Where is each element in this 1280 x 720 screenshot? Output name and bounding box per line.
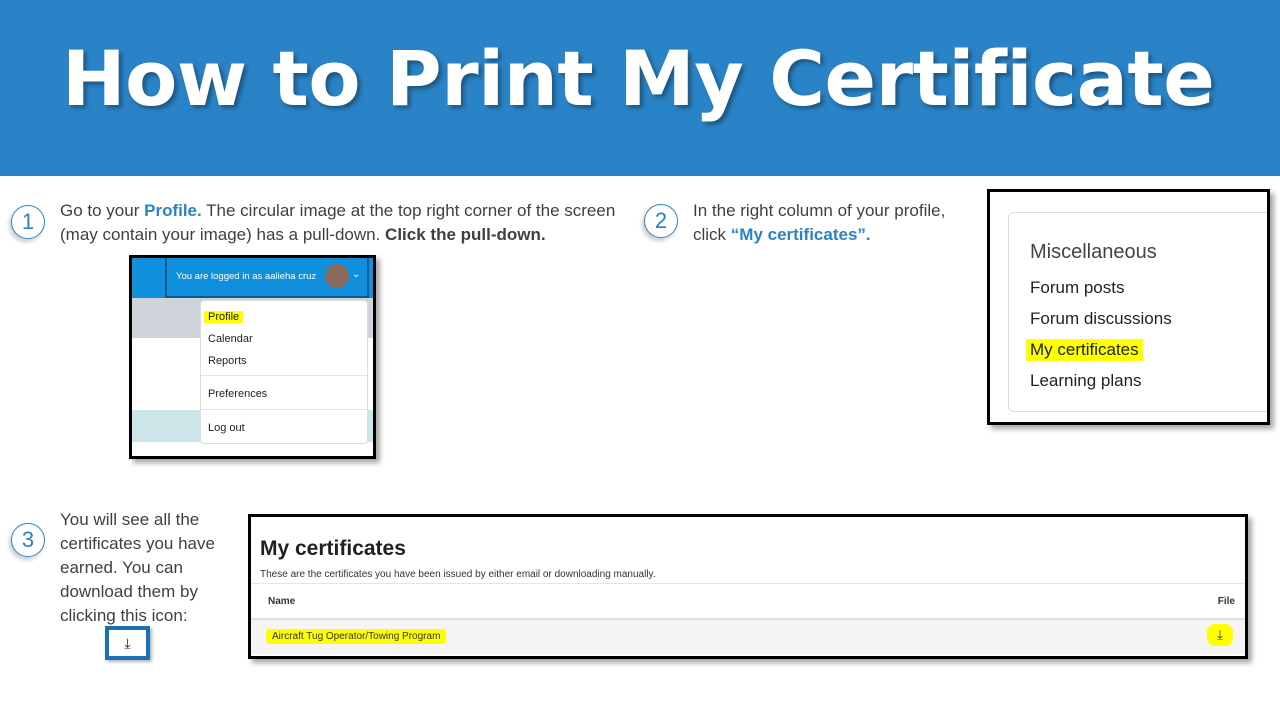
divider [201, 375, 367, 376]
menu-item-profile[interactable]: Profile [204, 311, 244, 323]
my-certificates-highlight: “My certificates”. [730, 225, 871, 244]
certificates-heading: My certificates [260, 537, 406, 560]
download-icon: ⤓ [105, 626, 150, 660]
chevron-down-icon[interactable]: ⌄ [352, 269, 360, 280]
misc-heading: Miscellaneous [1030, 241, 1157, 263]
column-name: Name [268, 596, 296, 607]
link-forum-discussions[interactable]: Forum discussions [1030, 309, 1172, 329]
step-2-text: In the right column of your profile, cli… [693, 199, 983, 247]
miscellaneous-screenshot: Miscellaneous Forum posts Forum discussi… [987, 189, 1270, 425]
step-number-1: 1 [11, 205, 45, 239]
certificates-description: These are the certificates you have been… [260, 569, 656, 580]
column-file: File [1217, 596, 1235, 607]
menu-item-preferences[interactable]: Preferences [208, 388, 267, 400]
step-3-text: You will see all the certificates you ha… [60, 510, 215, 625]
avatar[interactable] [325, 264, 349, 288]
step-number-3: 3 [11, 523, 45, 557]
text: Go to your [60, 201, 145, 220]
bold-instruction: Click the pull-down. [385, 225, 546, 244]
profile-highlight: Profile. [144, 201, 202, 220]
divider [201, 409, 367, 410]
certificate-name: Aircraft Tug Operator/Towing Program [266, 629, 447, 644]
page-title: How to Print My Certificate [62, 34, 1215, 123]
link-my-certificates[interactable]: My certificates [1026, 339, 1143, 361]
download-icon[interactable]: ⤓ [1207, 624, 1233, 646]
step-number-2: 2 [644, 204, 678, 238]
logged-in-text: You are logged in as aalieha cruz [176, 271, 317, 282]
link-forum-posts[interactable]: Forum posts [1030, 278, 1124, 298]
menu-item-reports[interactable]: Reports [208, 355, 247, 367]
menu-item-calendar[interactable]: Calendar [208, 333, 253, 345]
menu-item-logout[interactable]: Log out [208, 422, 245, 434]
link-learning-plans[interactable]: Learning plans [1030, 371, 1142, 391]
divider [251, 583, 1245, 584]
profile-menu-screenshot: You are logged in as aalieha cruz ⌄ Prof… [129, 255, 376, 459]
step-1-text: Go to your Profile. The circular image a… [60, 199, 620, 247]
my-certificates-screenshot: My certificates These are the certificat… [248, 514, 1248, 659]
